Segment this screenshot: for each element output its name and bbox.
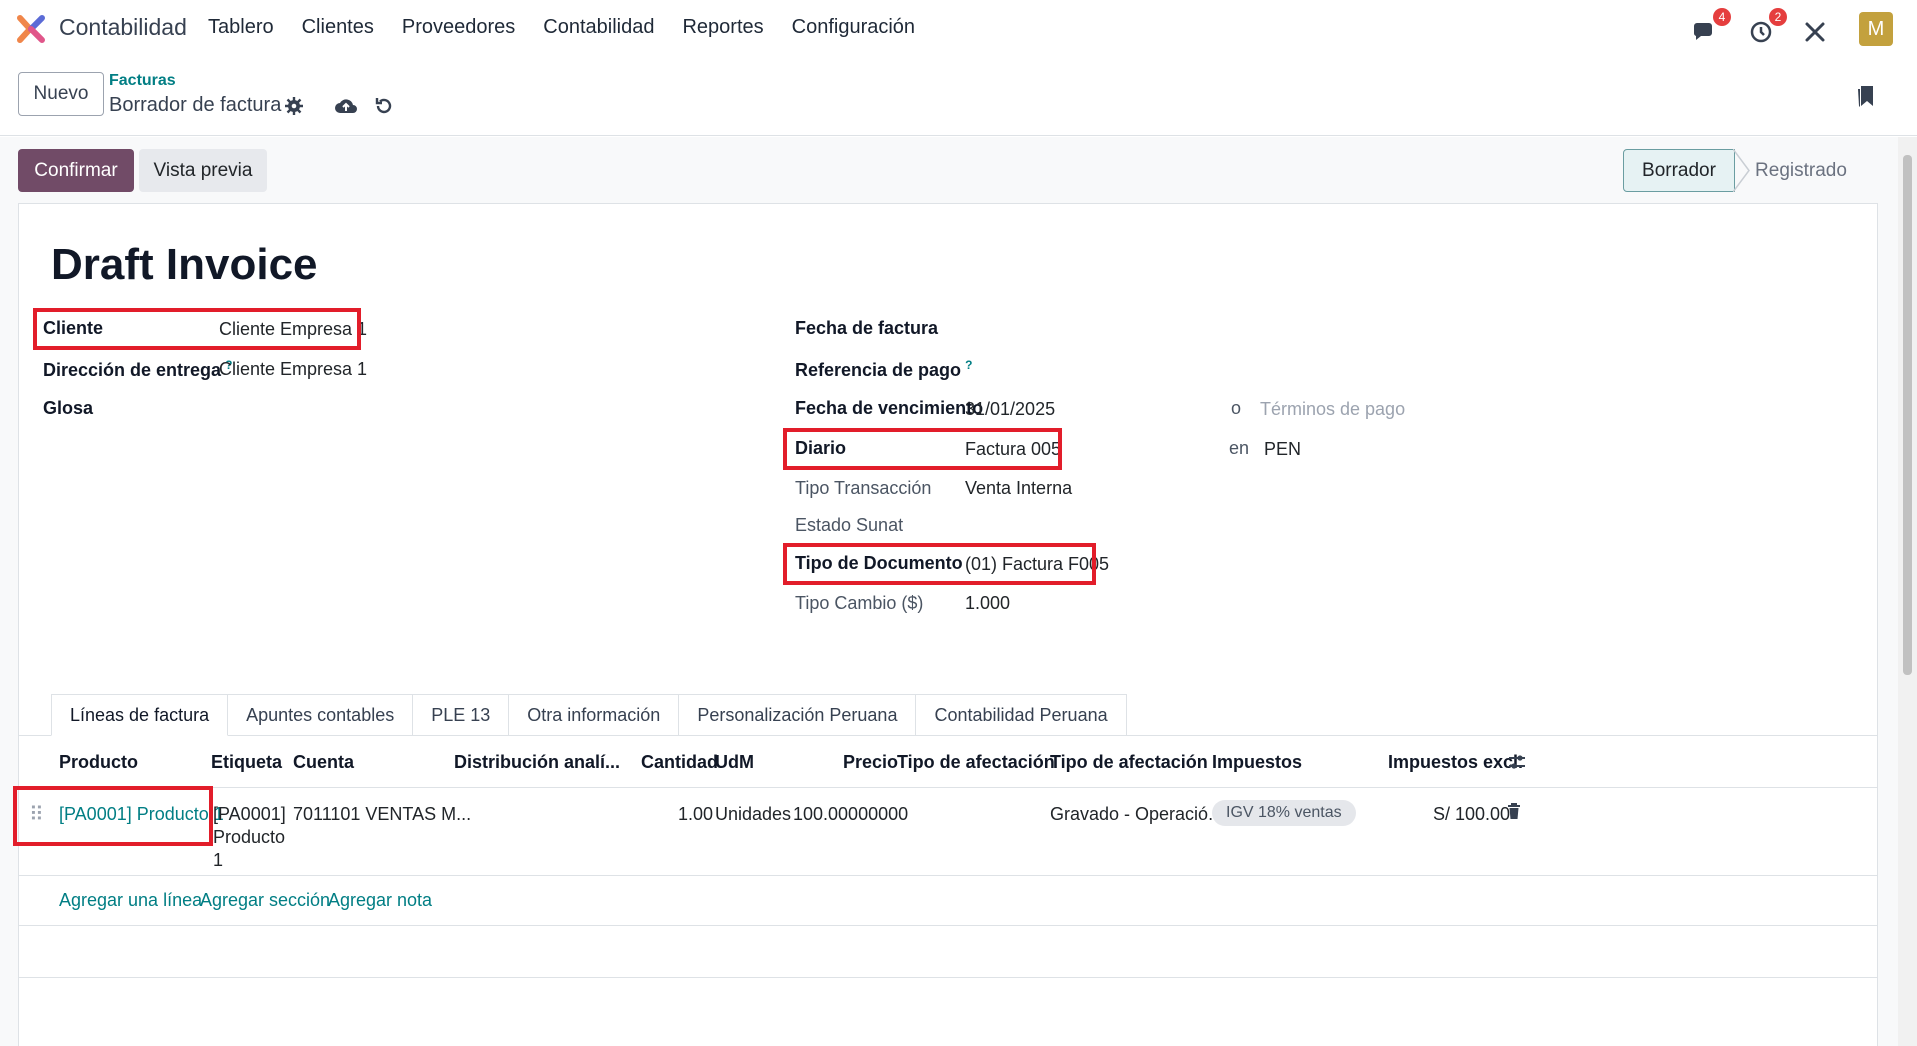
fecha-vencimiento-label: Fecha de vencimiento xyxy=(795,398,984,418)
scrollbar-thumb[interactable] xyxy=(1903,155,1912,675)
trash-icon[interactable] xyxy=(1507,802,1521,826)
tipo-cambio-label: Tipo Cambio ($) xyxy=(795,593,924,613)
record-actions xyxy=(282,94,396,118)
currency-in-label: en xyxy=(1229,438,1250,458)
help-icon[interactable]: ? xyxy=(965,358,972,372)
direccion-entrega-label: Dirección de entrega? xyxy=(43,358,233,380)
tab-otra-informacion[interactable]: Otra información xyxy=(509,694,680,736)
breadcrumb-current: Borrador de factura xyxy=(109,94,282,116)
messages-icon[interactable]: 4 xyxy=(1687,8,1731,50)
control-panel: Nuevo Facturas Borrador de factura xyxy=(0,56,1917,136)
terminos-pago-field[interactable]: Términos de pago xyxy=(1260,399,1405,420)
status-posted-label: Registrado xyxy=(1755,159,1847,181)
main-menu: Tablero Clientes Proveedores Contabilida… xyxy=(208,16,943,39)
preview-button[interactable]: Vista previa xyxy=(139,149,267,192)
col-precio[interactable]: Precio xyxy=(843,752,898,773)
highlight-cliente xyxy=(33,308,361,350)
status-bar: Borrador Registrado xyxy=(1623,149,1867,192)
col-etiqueta[interactable]: Etiqueta xyxy=(211,752,282,773)
breadcrumb-parent[interactable]: Facturas xyxy=(109,72,176,90)
user-avatar[interactable]: M xyxy=(1859,12,1893,46)
highlight-tipo-documento xyxy=(783,543,1096,585)
form-sheet: Draft Invoice Cliente Cliente Empresa 1 … xyxy=(13,203,1878,1046)
col-udm[interactable]: UdM xyxy=(715,752,754,773)
new-button[interactable]: Nuevo xyxy=(18,72,104,116)
app-name[interactable]: Contabilidad xyxy=(59,14,187,41)
tab-personalizacion-peruana[interactable]: Personalización Peruana xyxy=(679,694,917,736)
estado-sunat-label: Estado Sunat xyxy=(795,515,904,535)
col-producto[interactable]: Producto xyxy=(59,752,138,773)
gear-icon[interactable] xyxy=(282,94,306,118)
invoice-title: Draft Invoice xyxy=(51,240,318,289)
tipo-cambio-field[interactable]: 1.000 xyxy=(965,593,1010,614)
col-tipo-afectacion-2[interactable]: Tipo de afectación xyxy=(1050,752,1208,773)
messages-badge: 4 xyxy=(1713,8,1731,26)
accounting-app-icon[interactable] xyxy=(16,14,46,44)
status-posted[interactable]: Registrado xyxy=(1733,149,1867,192)
confirm-button[interactable]: Confirmar xyxy=(18,149,134,192)
activities-clock-icon[interactable]: 2 xyxy=(1743,8,1787,50)
menu-item-configuracion[interactable]: Configuración xyxy=(792,16,915,39)
form-content: Confirmar Vista previa Borrador Registra… xyxy=(0,137,1898,1046)
menu-item-tablero[interactable]: Tablero xyxy=(208,16,274,39)
or-label: o xyxy=(1231,398,1242,418)
vertical-scrollbar[interactable] xyxy=(1898,137,1917,1046)
tab-ple-13[interactable]: PLE 13 xyxy=(413,694,510,736)
referencia-pago-label: Referencia de pago? xyxy=(795,358,973,380)
currency-field[interactable]: PEN xyxy=(1264,439,1301,460)
subtotal-cell: S/ 100.00 xyxy=(1433,804,1511,824)
fecha-vencimiento-field[interactable]: 31/01/2025 xyxy=(965,399,1055,420)
label-cell-line2[interactable]: Producto xyxy=(213,827,285,848)
top-navbar: Contabilidad Tablero Clientes Proveedore… xyxy=(0,0,1917,56)
uom-cell[interactable]: Unidades xyxy=(715,804,791,825)
glosa-label: Glosa xyxy=(43,398,94,418)
menu-item-contabilidad[interactable]: Contabilidad xyxy=(543,16,654,39)
invoice-lines-header: Producto Etiqueta Cuenta Distribución an… xyxy=(19,736,1877,788)
tipo-transaccion-field[interactable]: Venta Interna xyxy=(965,478,1072,499)
col-tipo-afectacion-1[interactable]: Tipo de afectación xyxy=(897,752,1055,773)
table-row[interactable]: ⠿ [PA0001] Producto 1 [PA0001] Producto … xyxy=(19,788,1877,876)
col-distribucion-analitica[interactable]: Distribución analí... xyxy=(454,752,620,773)
fecha-factura-label: Fecha de factura xyxy=(795,318,939,338)
systray: 4 2 M xyxy=(1687,8,1917,50)
tax-tag[interactable]: IGV 18% ventas xyxy=(1212,800,1356,826)
col-cuenta[interactable]: Cuenta xyxy=(293,752,354,773)
price-cell[interactable]: 100.00000000 xyxy=(793,804,908,825)
menu-item-reportes[interactable]: Reportes xyxy=(682,16,763,39)
add-line-controls: Agregar una línea Agregar sección Agrega… xyxy=(19,876,1877,926)
optional-columns-icon[interactable] xyxy=(1507,752,1527,778)
account-cell[interactable]: 7011101 VENTAS M... xyxy=(293,804,471,825)
tab-lineas-factura[interactable]: Líneas de factura xyxy=(51,694,229,736)
col-impuestos[interactable]: Impuestos xyxy=(1212,752,1302,773)
tipo-afectacion-cell[interactable]: Gravado - Operació... xyxy=(1050,804,1223,825)
label-cell-line1[interactable]: [PA0001] xyxy=(213,804,286,825)
discard-icon[interactable] xyxy=(372,94,396,118)
status-draft[interactable]: Borrador xyxy=(1623,149,1735,192)
menu-item-clientes[interactable]: Clientes xyxy=(302,16,374,39)
bookmark-icon[interactable] xyxy=(1855,82,1879,110)
direccion-entrega-field[interactable]: Cliente Empresa 1 xyxy=(219,359,367,380)
activities-badge: 2 xyxy=(1769,8,1787,26)
highlight-diario xyxy=(783,428,1062,470)
add-line-link[interactable]: Agregar una línea xyxy=(59,890,202,911)
tools-icon[interactable] xyxy=(1797,14,1833,50)
menu-item-proveedores[interactable]: Proveedores xyxy=(402,16,515,39)
notebook-tabs: Líneas de factura Apuntes contables PLE … xyxy=(51,694,1127,736)
cloud-upload-icon[interactable] xyxy=(334,94,358,118)
label-cell-line3[interactable]: 1 xyxy=(213,850,223,871)
col-cantidad[interactable]: Cantidad xyxy=(641,752,718,773)
highlight-producto xyxy=(13,786,213,846)
add-section-link[interactable]: Agregar sección xyxy=(200,890,330,911)
empty-row xyxy=(19,926,1877,978)
tab-apuntes-contables[interactable]: Apuntes contables xyxy=(228,694,414,736)
col-impuestos-excl[interactable]: Impuestos excl. xyxy=(1388,752,1523,773)
tab-contabilidad-peruana[interactable]: Contabilidad Peruana xyxy=(916,694,1127,736)
tipo-transaccion-label: Tipo Transacción xyxy=(795,478,932,498)
add-note-link[interactable]: Agregar nota xyxy=(328,890,432,911)
status-arrow-icon xyxy=(1733,149,1750,192)
quantity-cell[interactable]: 1.00 xyxy=(678,804,713,825)
